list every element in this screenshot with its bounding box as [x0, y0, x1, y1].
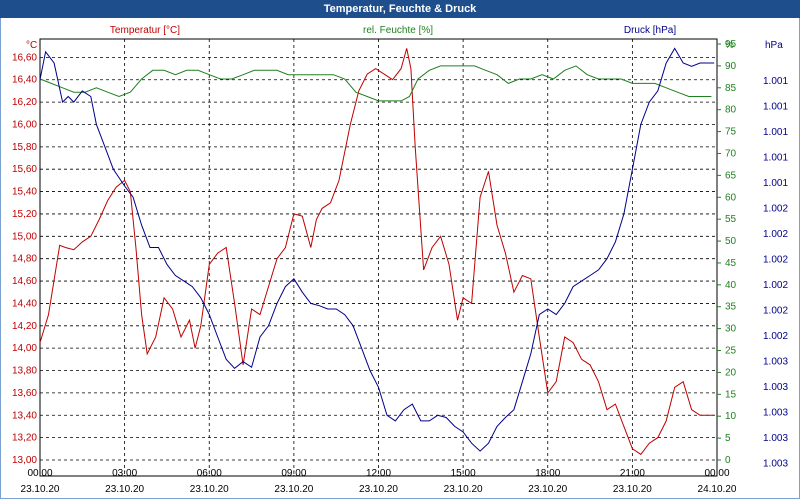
- temperature-tick-label: 14,40: [12, 298, 37, 309]
- chart-canvas: 13,00 13,20 13,40 13,60 13,80 14,00 14,20 14,40…: [12, 25, 788, 495]
- humidity-tick-label: 15: [725, 389, 737, 400]
- pressure-tick-label: 1.001: [763, 76, 788, 87]
- temperature-tick-label: 14,20: [12, 321, 37, 332]
- x-tick-date: 24.10.20: [698, 484, 737, 495]
- temperature-axis-label: Temperatur [°C]: [110, 25, 180, 36]
- temperature-tick-label: 13,80: [12, 366, 37, 377]
- humidity-tick-label: 0: [725, 455, 731, 466]
- x-tick-time: 06:00: [197, 468, 222, 479]
- x-tick-time: 00:00: [27, 468, 52, 479]
- x-tick-date: 23.10.20: [528, 484, 567, 495]
- x-tick-date: 23.10.20: [274, 484, 313, 495]
- x-tick-time: 03:00: [112, 468, 137, 479]
- temperature-tick-label: 13,40: [12, 410, 37, 421]
- humidity-tick-label: 65: [725, 170, 737, 181]
- pressure-series-line: [39, 47, 715, 452]
- temperature-tick-label: 13,00: [12, 455, 37, 466]
- x-tick-time: 09:00: [281, 468, 306, 479]
- temperature-tick-label: 15,20: [12, 209, 37, 220]
- temperature-tick-label: 15,40: [12, 187, 37, 198]
- humidity-tick-label: 70: [725, 148, 737, 159]
- humidity-tick-label: 30: [725, 324, 737, 335]
- humidity-tick-label: 5: [725, 433, 731, 444]
- temperature-tick-label: 14,80: [12, 254, 37, 265]
- pressure-tick-label: 1.002: [763, 331, 788, 342]
- pressure-tick-label: 1.002: [763, 229, 788, 240]
- pressure-tick-label: 1.001: [763, 127, 788, 138]
- humidity-series-line: [39, 65, 712, 102]
- pressure-tick-label: 1.001: [763, 153, 788, 164]
- humidity-tick-label: 90: [725, 61, 737, 72]
- temperature-tick-label: 16,40: [12, 75, 37, 86]
- x-tick-time: 00:00: [704, 468, 729, 479]
- x-tick-date: 23.10.20: [190, 484, 229, 495]
- pressure-tick-label: 1.001: [763, 102, 788, 113]
- humidity-tick-label: 55: [725, 214, 737, 225]
- series: [39, 47, 715, 456]
- grid: [39, 38, 718, 477]
- humidity-tick-label: 85: [725, 83, 737, 94]
- temperature-tick-label: 16,60: [12, 52, 37, 63]
- humidity-unit: %: [725, 40, 734, 51]
- pressure-tick-label: 1.002: [763, 255, 788, 266]
- temperature-tick-label: 16,20: [12, 97, 37, 108]
- x-tick-date: 23.10.20: [613, 484, 652, 495]
- x-tick-time: 21:00: [620, 468, 645, 479]
- pressure-tick-label: 1.003: [763, 459, 788, 470]
- humidity-tick-label: 35: [725, 302, 737, 313]
- humidity-tick-label: 50: [725, 236, 737, 247]
- pressure-tick-label: 1.002: [763, 306, 788, 317]
- x-tick-time: 15:00: [451, 468, 476, 479]
- temperature-tick-label: 14,60: [12, 276, 37, 287]
- humidity-tick-label: 60: [725, 192, 737, 203]
- x-tick-time: 18:00: [535, 468, 560, 479]
- pressure-unit: hPa: [765, 40, 783, 51]
- x-tick-time: 12:00: [366, 468, 391, 479]
- humidity-tick-label: 75: [725, 127, 737, 138]
- temperature-tick-label: 16,00: [12, 119, 37, 130]
- pressure-tick-label: 1.001: [763, 178, 788, 189]
- humidity-tick-label: 80: [725, 105, 737, 116]
- x-tick-date: 23.10.20: [444, 484, 483, 495]
- humidity-tick-label: 20: [725, 367, 737, 378]
- temperature-tick-label: 15,00: [12, 231, 37, 242]
- humidity-tick-label: 25: [725, 346, 737, 357]
- temperature-tick-label: 13,60: [12, 388, 37, 399]
- temperature-tick-label: 13,20: [12, 433, 37, 444]
- x-tick-date: 23.10.20: [105, 484, 144, 495]
- pressure-tick-label: 1.003: [763, 408, 788, 419]
- pressure-tick-label: 1.003: [763, 357, 788, 368]
- humidity-tick-label: 45: [725, 258, 737, 269]
- axes: 13,00 13,20 13,40 13,60 13,80 14,00 14,20 14,40…: [12, 39, 788, 495]
- x-tick-date: 23.10.20: [21, 484, 60, 495]
- pressure-tick-label: 1.003: [763, 433, 788, 444]
- pressure-tick-label: 1.003: [763, 382, 788, 393]
- pressure-tick-label: 1.002: [763, 204, 788, 215]
- temperature-unit: °C: [26, 40, 37, 51]
- x-tick-date: 23.10.20: [359, 484, 398, 495]
- window-title: Temperatur, Feuchte & Druck: [0, 0, 800, 18]
- humidity-tick-label: 10: [725, 411, 737, 422]
- pressure-tick-label: 1.002: [763, 280, 788, 291]
- temperature-tick-label: 15,60: [12, 164, 37, 175]
- pressure-axis-label: Druck [hPa]: [624, 25, 676, 36]
- humidity-tick-label: 40: [725, 280, 737, 291]
- temperature-tick-label: 14,00: [12, 343, 37, 354]
- temperature-series-line: [39, 48, 715, 456]
- humidity-axis-label: rel. Feuchte [%]: [363, 25, 433, 36]
- temperature-tick-label: 15,80: [12, 142, 37, 153]
